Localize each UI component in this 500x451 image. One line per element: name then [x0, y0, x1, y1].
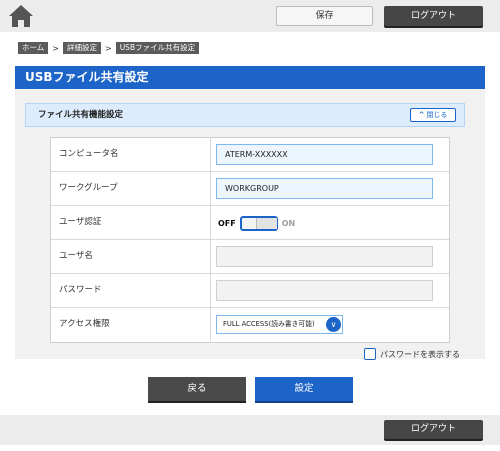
- access-selected-value: FULL ACCESS(読み書き可能): [223, 320, 315, 328]
- row-user-auth: ユーザ認証 OFF ON: [51, 206, 449, 240]
- computer-name-label: コンピュータ名: [51, 138, 211, 171]
- user-auth-label: ユーザ認証: [51, 206, 211, 239]
- home-button[interactable]: [8, 4, 34, 28]
- collapse-button[interactable]: ^ 閉じる: [410, 108, 456, 122]
- computer-name-input[interactable]: ATERM-XXXXXX: [216, 144, 433, 165]
- access-label: アクセス権限: [51, 308, 211, 341]
- toggle-off-label: OFF: [218, 218, 236, 228]
- show-password-option[interactable]: パスワードを表示する: [364, 348, 460, 360]
- show-password-checkbox[interactable]: [364, 348, 376, 360]
- home-icon: [9, 5, 33, 27]
- breadcrumb-current: USBファイル共有設定: [115, 42, 200, 54]
- save-button[interactable]: 保存: [276, 6, 373, 26]
- breadcrumb: ホーム > 詳細設定 > USBファイル共有設定: [18, 42, 200, 54]
- breadcrumb-separator: >: [52, 43, 59, 53]
- row-computer-name: コンピュータ名 ATERM-XXXXXX: [51, 138, 449, 172]
- username-input: [216, 246, 433, 267]
- workgroup-input[interactable]: WORKGROUP: [216, 178, 433, 199]
- section-title: ファイル共有機能設定: [38, 110, 124, 120]
- toggle-knob: [255, 217, 277, 229]
- user-auth-toggle-group: OFF ON: [218, 215, 295, 231]
- row-password: パスワード: [51, 274, 449, 308]
- set-button[interactable]: 設定: [255, 377, 353, 401]
- breadcrumb-home[interactable]: ホーム: [18, 42, 49, 54]
- username-label: ユーザ名: [51, 240, 211, 273]
- breadcrumb-separator: >: [104, 43, 112, 53]
- row-access: アクセス権限 FULL ACCESS(読み書き可能) ∨: [51, 308, 449, 342]
- section-header: ファイル共有機能設定 ^ 閉じる: [25, 103, 465, 127]
- password-input: [216, 280, 433, 301]
- settings-form: コンピュータ名 ATERM-XXXXXX ワークグループ WORKGROUP ユ…: [50, 137, 450, 343]
- chevron-down-icon: ∨: [326, 317, 341, 332]
- page-title: USBファイル共有設定: [15, 66, 485, 89]
- row-username: ユーザ名: [51, 240, 449, 274]
- logout-button-bottom[interactable]: ログアウト: [384, 420, 483, 439]
- collapse-label: 閉じる: [426, 111, 448, 119]
- toggle-on-label: ON: [281, 218, 296, 228]
- user-auth-toggle[interactable]: [239, 215, 278, 231]
- row-workgroup: ワークグループ WORKGROUP: [51, 172, 449, 206]
- access-select[interactable]: FULL ACCESS(読み書き可能) ∨: [216, 315, 343, 334]
- workgroup-label: ワークグループ: [51, 172, 211, 205]
- logout-button-top[interactable]: ログアウト: [384, 6, 483, 26]
- chevron-up-icon: ^: [418, 111, 425, 119]
- back-button[interactable]: 戻る: [148, 377, 246, 401]
- password-label: パスワード: [51, 274, 211, 307]
- breadcrumb-advanced-settings[interactable]: 詳細設定: [62, 42, 101, 54]
- show-password-label: パスワードを表示する: [380, 349, 460, 359]
